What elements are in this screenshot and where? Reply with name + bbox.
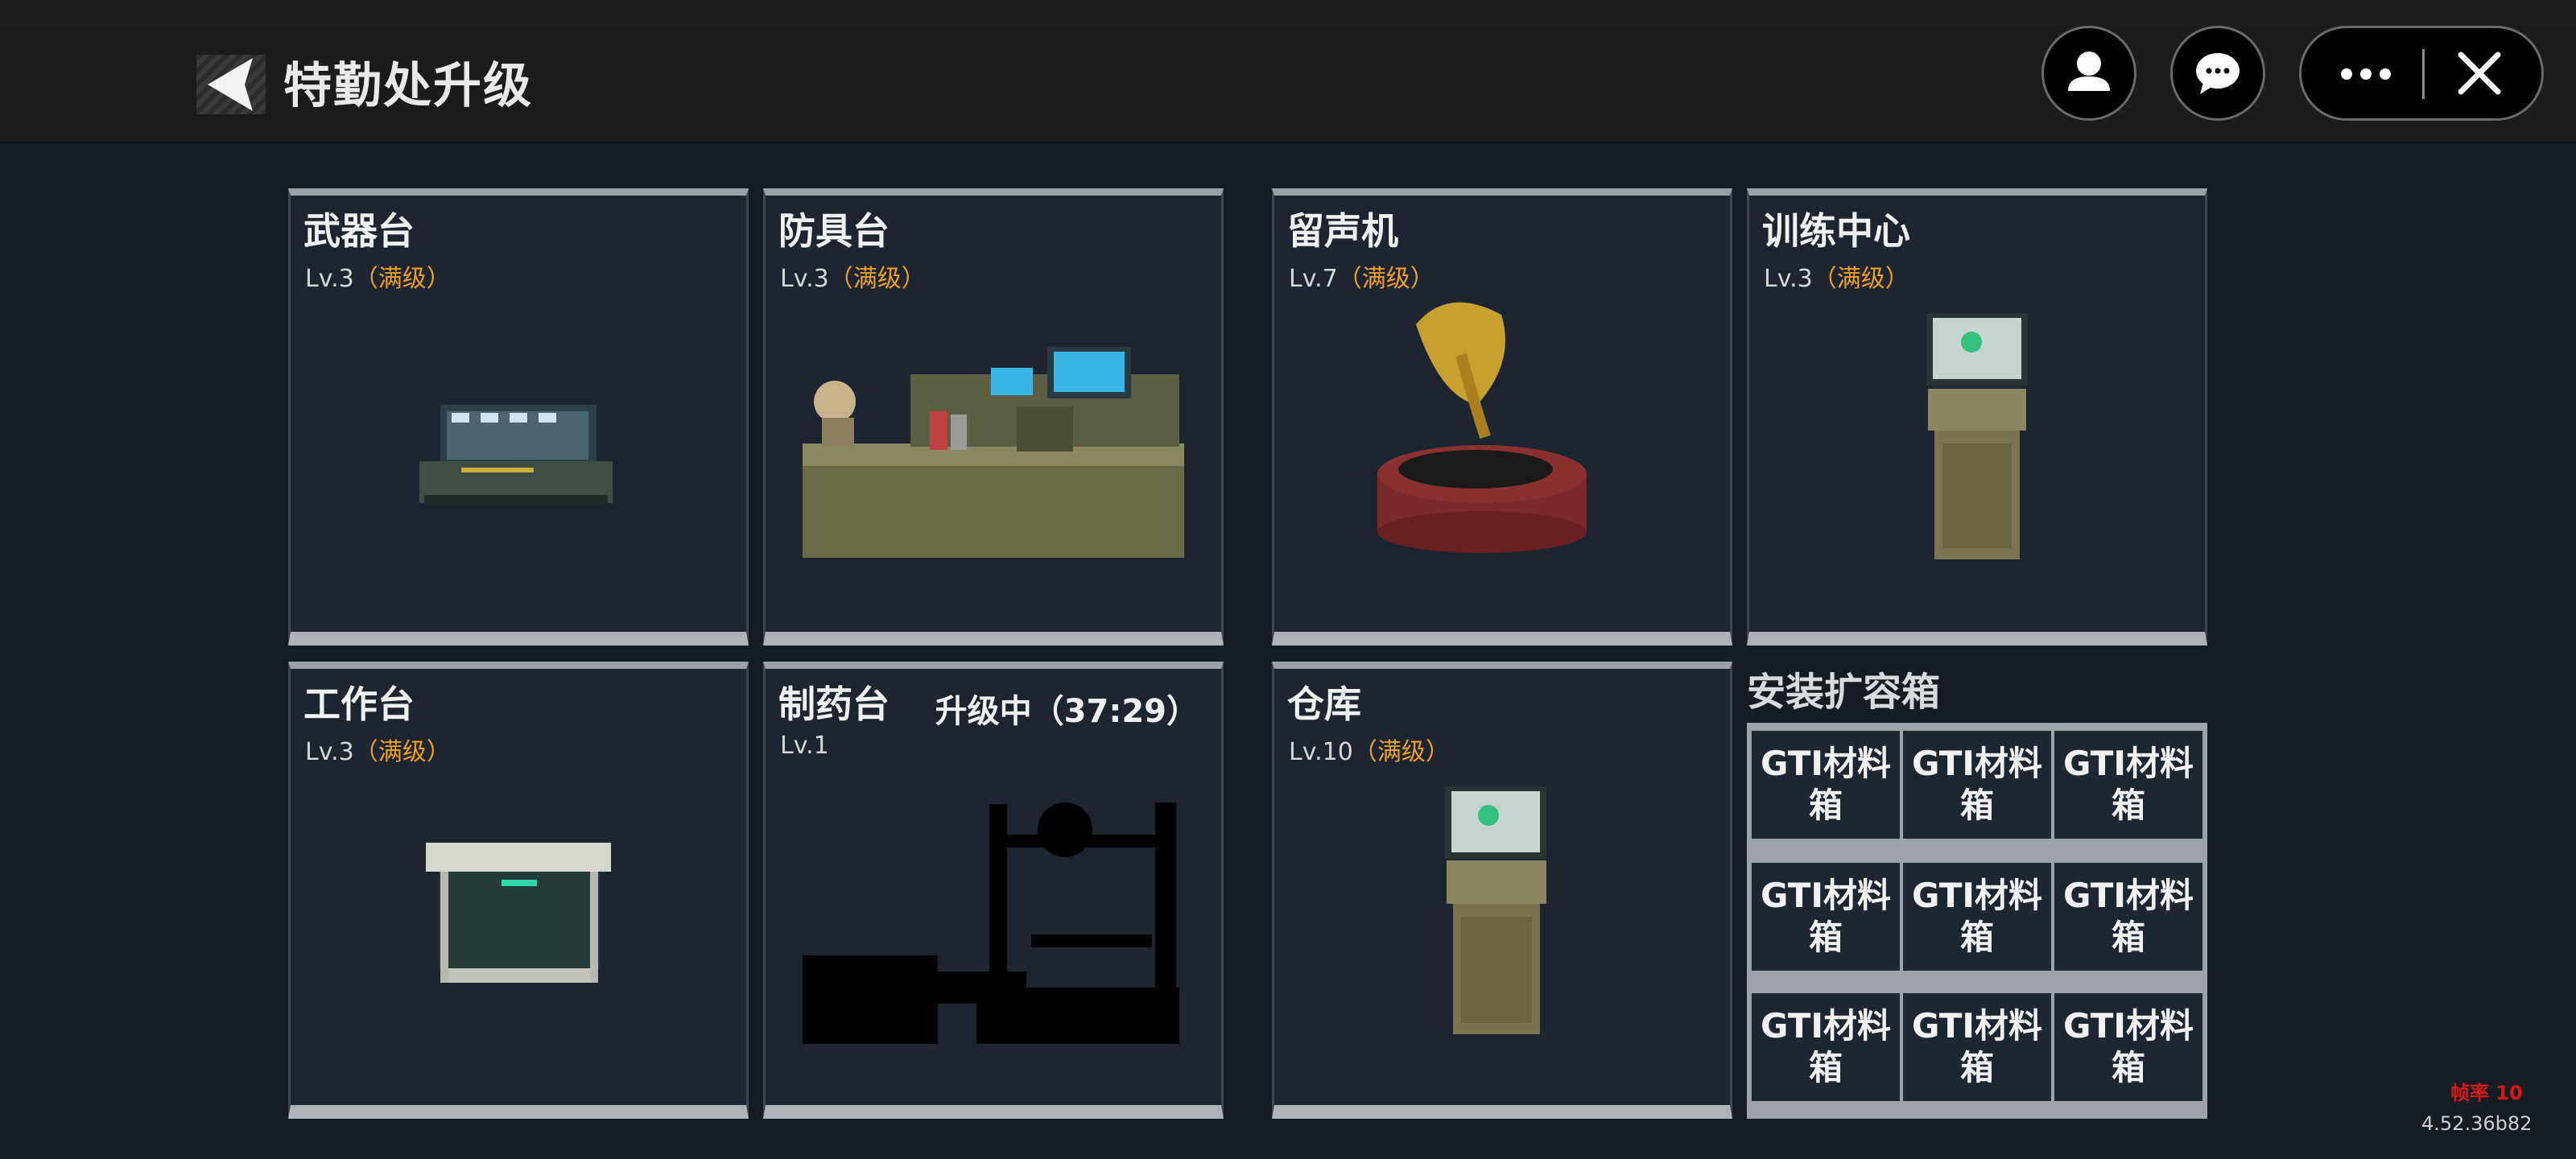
top-bar: 特勤处升级 [0, 0, 2576, 143]
expansion-box-slot[interactable]: GTI材料箱 [1903, 863, 2051, 971]
expansion-box-slot[interactable]: GTI材料箱 [1752, 731, 1900, 839]
window-controls [2299, 26, 2544, 121]
expansion-title: 安装扩容箱 [1747, 670, 1941, 715]
station-card-armor-bench[interactable]: 防具台 Lv.3（满级） [763, 188, 1224, 645]
expansion-grid: GTI材料箱 GTI材料箱 GTI材料箱 GTI材料箱 GTI材料箱 GTI材料… [1747, 723, 2207, 1119]
expansion-box-slot[interactable]: GTI材料箱 [2054, 731, 2202, 839]
user-icon [2068, 52, 2110, 91]
back-arrow-icon [208, 58, 253, 111]
armor-bench-image [803, 347, 1184, 558]
weapon-bench-image [419, 405, 613, 505]
close-icon[interactable] [2422, 28, 2543, 118]
gramophone-image [1377, 302, 1587, 553]
profile-button[interactable] [2041, 26, 2136, 121]
station-card-training-center[interactable]: 训练中心 Lv.3（满级） [1747, 188, 2207, 645]
chat-icon [2196, 53, 2240, 94]
pharmacy-bench-silhouette [803, 802, 1179, 1044]
station-card-pharmacy-bench[interactable]: 制药台 Lv.1 升级中（37:29） [763, 662, 1224, 1119]
fps-counter: 帧率 10 [2450, 1082, 2523, 1104]
training-center-image [1926, 313, 2028, 559]
expansion-box-slot[interactable]: GTI材料箱 [2054, 993, 2202, 1101]
more-icon[interactable] [2301, 28, 2422, 118]
expansion-box-slot[interactable]: GTI材料箱 [1752, 863, 1900, 971]
chat-button[interactable] [2170, 26, 2265, 121]
station-card-weapon-bench[interactable]: 武器台 Lv.3（满级） [288, 188, 749, 645]
version-label: 4.52.36b82 [2421, 1112, 2533, 1135]
station-card-warehouse[interactable]: 仓库 Lv.10（满级） [1272, 662, 1732, 1119]
expansion-box-slot[interactable]: GTI材料箱 [1903, 993, 2051, 1101]
page-title: 特勤处升级 [283, 58, 533, 114]
warehouse-image [1445, 786, 1546, 1034]
station-card-workbench[interactable]: 工作台 Lv.3（满级） [288, 662, 749, 1119]
expansion-box-slot[interactable]: GTI材料箱 [1903, 731, 2051, 839]
expansion-box-slot[interactable]: GTI材料箱 [1752, 993, 1900, 1101]
back-button[interactable] [196, 55, 266, 114]
expansion-box-slot[interactable]: GTI材料箱 [2054, 863, 2202, 971]
workbench-image [426, 843, 611, 983]
station-card-gramophone[interactable]: 留声机 Lv.7（满级） [1272, 188, 1732, 645]
